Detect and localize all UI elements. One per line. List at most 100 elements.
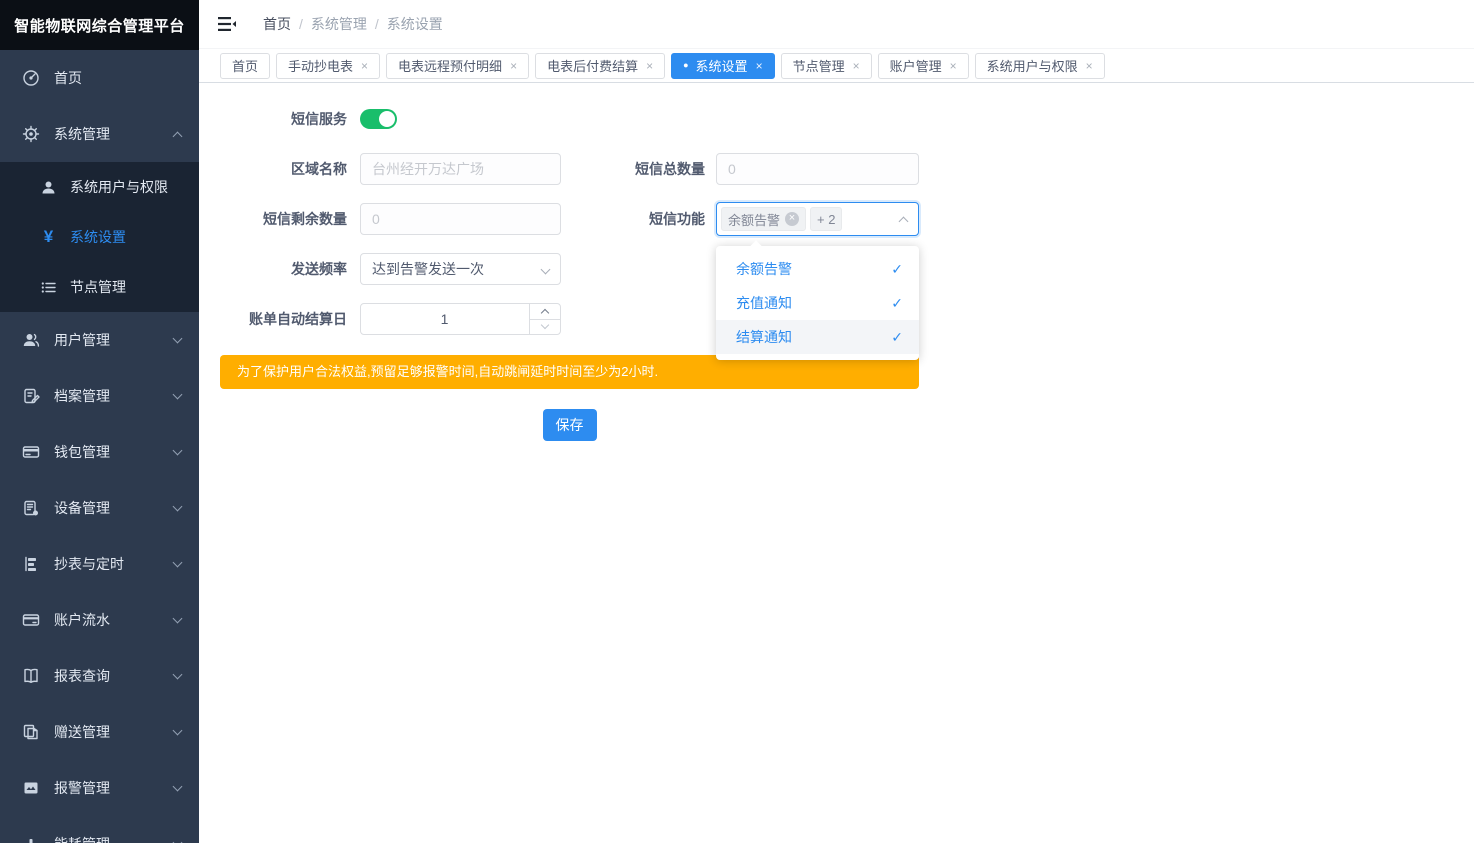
sidebar-item-label: 钱包管理	[54, 442, 110, 462]
tab-close-icon[interactable]: ×	[1086, 59, 1093, 73]
sidebar-item-system-users[interactable]: 系统用户与权限	[0, 162, 199, 212]
tag-close-icon[interactable]: ×	[785, 212, 799, 226]
sms-remaining-label: 短信剩余数量	[220, 209, 347, 229]
arrow-down-icon	[541, 321, 549, 329]
chevron-down-icon	[173, 446, 183, 456]
system-mgmt-submenu: 系统用户与权限 ¥ 系统设置 节点管理	[0, 162, 199, 312]
tab-close-icon[interactable]: ×	[950, 59, 957, 73]
sidebar-item-label: 能耗管理	[54, 834, 110, 843]
breadcrumb-separator: /	[375, 16, 379, 32]
yen-icon: ¥	[40, 229, 57, 246]
card-icon	[22, 611, 40, 629]
sms-total-label: 短信总数量	[561, 159, 705, 179]
tab-close-icon[interactable]: ×	[853, 59, 860, 73]
tab-node-mgmt[interactable]: 节点管理 ×	[781, 53, 872, 79]
sidebar-item-meter-timing[interactable]: 抄表与定时	[0, 536, 199, 592]
sms-total-input[interactable]	[716, 153, 919, 185]
sidebar-item-user-mgmt[interactable]: 用户管理	[0, 312, 199, 368]
tab-postpay-settle[interactable]: 电表后付费结算 ×	[535, 53, 665, 79]
sidebar-item-label: 档案管理	[54, 386, 110, 406]
dropdown-option-recharge-notice[interactable]: 充值通知 ✓	[716, 286, 919, 320]
sidebar-item-label: 账户流水	[54, 610, 110, 630]
chevron-down-icon	[173, 334, 183, 344]
sidebar-item-node-mgmt[interactable]: 节点管理	[0, 262, 199, 312]
sidebar-item-archive-mgmt[interactable]: 档案管理	[0, 368, 199, 424]
tab-close-icon[interactable]: ×	[361, 59, 368, 73]
sidebar-item-label: 设备管理	[54, 498, 110, 518]
list-icon	[40, 279, 57, 296]
chevron-down-icon	[173, 838, 183, 843]
frequency-select[interactable]: 达到告警发送一次	[360, 253, 561, 285]
sidebar-item-account-flow[interactable]: 账户流水	[0, 592, 199, 648]
toggle-knob	[379, 111, 395, 127]
main-content: 首页 / 系统管理 / 系统设置 首页 手动抄电表 × 电表远程预付明细 × 电…	[199, 0, 1474, 843]
save-button[interactable]: 保存	[543, 409, 597, 441]
sms-remaining-input[interactable]	[360, 203, 561, 235]
sidebar-item-wallet-mgmt[interactable]: 钱包管理	[0, 424, 199, 480]
chevron-down-icon	[173, 726, 183, 736]
sidebar-item-alarm-mgmt[interactable]: 报警管理	[0, 760, 199, 816]
breadcrumb-item[interactable]: 系统管理	[311, 14, 367, 34]
option-label: 结算通知	[736, 327, 792, 347]
tab-system-settings[interactable]: ● 系统设置 ×	[671, 53, 774, 79]
dropdown-option-settle-notice[interactable]: 结算通知 ✓	[716, 320, 919, 354]
gift-icon	[22, 723, 40, 741]
tab-label: 系统设置	[696, 56, 748, 75]
file-edit-icon	[22, 387, 40, 405]
sms-function-select[interactable]: 余额告警 × + 2	[716, 202, 919, 236]
breadcrumb-separator: /	[299, 16, 303, 32]
tab-bar: 首页 手动抄电表 × 电表远程预付明细 × 电表后付费结算 × ● 系统设置 ×…	[199, 49, 1474, 83]
sidebar-item-label: 系统设置	[70, 227, 126, 247]
breadcrumb-item[interactable]: 系统设置	[387, 14, 443, 34]
sidebar-item-label: 赠送管理	[54, 722, 110, 742]
sidebar-item-energy-mgmt[interactable]: 能耗管理	[0, 816, 199, 843]
tab-account-mgmt[interactable]: 账户管理 ×	[878, 53, 969, 79]
area-name-input[interactable]	[360, 153, 561, 185]
app-title: 智能物联网综合管理平台	[0, 0, 199, 50]
sidebar-item-label: 抄表与定时	[54, 554, 124, 574]
tab-close-icon[interactable]: ×	[646, 59, 653, 73]
sms-function-label: 短信功能	[561, 209, 705, 229]
breadcrumb-item[interactable]: 首页	[263, 14, 291, 34]
dropdown-option-balance-alert[interactable]: 余额告警 ✓	[716, 252, 919, 286]
option-label: 余额告警	[736, 259, 792, 279]
check-icon: ✓	[891, 261, 903, 278]
tab-close-icon[interactable]: ×	[510, 59, 517, 73]
tag-label: 余额告警	[728, 210, 780, 229]
tab-remote-prepay-detail[interactable]: 电表远程预付明细 ×	[386, 53, 529, 79]
option-label: 充值通知	[736, 293, 792, 313]
tab-close-icon[interactable]: ×	[756, 59, 763, 73]
warning-banner: 为了保护用户合法权益,预留足够报警时间,自动跳闸延时时间至少为2小时.	[220, 355, 919, 389]
tab-manual-meter[interactable]: 手动抄电表 ×	[276, 53, 380, 79]
chevron-down-icon	[173, 614, 183, 624]
sidebar-item-system-mgmt[interactable]: 系统管理	[0, 106, 199, 162]
sidebar-item-report-query[interactable]: 报表查询	[0, 648, 199, 704]
frequency-value: 达到告警发送一次	[372, 259, 484, 279]
chevron-down-icon	[173, 782, 183, 792]
frequency-label: 发送频率	[220, 259, 347, 279]
sidebar-item-gift-mgmt[interactable]: 赠送管理	[0, 704, 199, 760]
tab-label: 系统用户与权限	[987, 56, 1078, 75]
sidebar-item-label: 节点管理	[70, 277, 126, 297]
sms-service-toggle[interactable]	[360, 109, 397, 129]
tab-home[interactable]: 首页	[220, 53, 270, 79]
sidebar-item-system-settings[interactable]: ¥ 系统设置	[0, 212, 199, 262]
arrow-up-icon	[541, 309, 549, 317]
chevron-down-icon	[173, 390, 183, 400]
number-spinner	[529, 304, 560, 334]
gear-icon	[22, 125, 40, 143]
sidebar-item-device-mgmt[interactable]: 设备管理	[0, 480, 199, 536]
chevron-up-icon	[899, 217, 909, 227]
sidebar-item-label: 用户管理	[54, 330, 110, 350]
sidebar-item-label: 报警管理	[54, 778, 110, 798]
spinner-up-button[interactable]	[530, 304, 560, 319]
sidebar-item-home[interactable]: 首页	[0, 50, 199, 106]
tab-system-users[interactable]: 系统用户与权限 ×	[975, 53, 1105, 79]
chevron-down-icon	[541, 265, 551, 275]
tab-label: 账户管理	[890, 56, 942, 75]
alarm-icon	[22, 779, 40, 797]
sidebar-collapse-icon[interactable]	[217, 14, 239, 34]
chevron-down-icon	[173, 502, 183, 512]
spinner-down-button[interactable]	[530, 319, 560, 335]
meter-timer-icon	[22, 555, 40, 573]
